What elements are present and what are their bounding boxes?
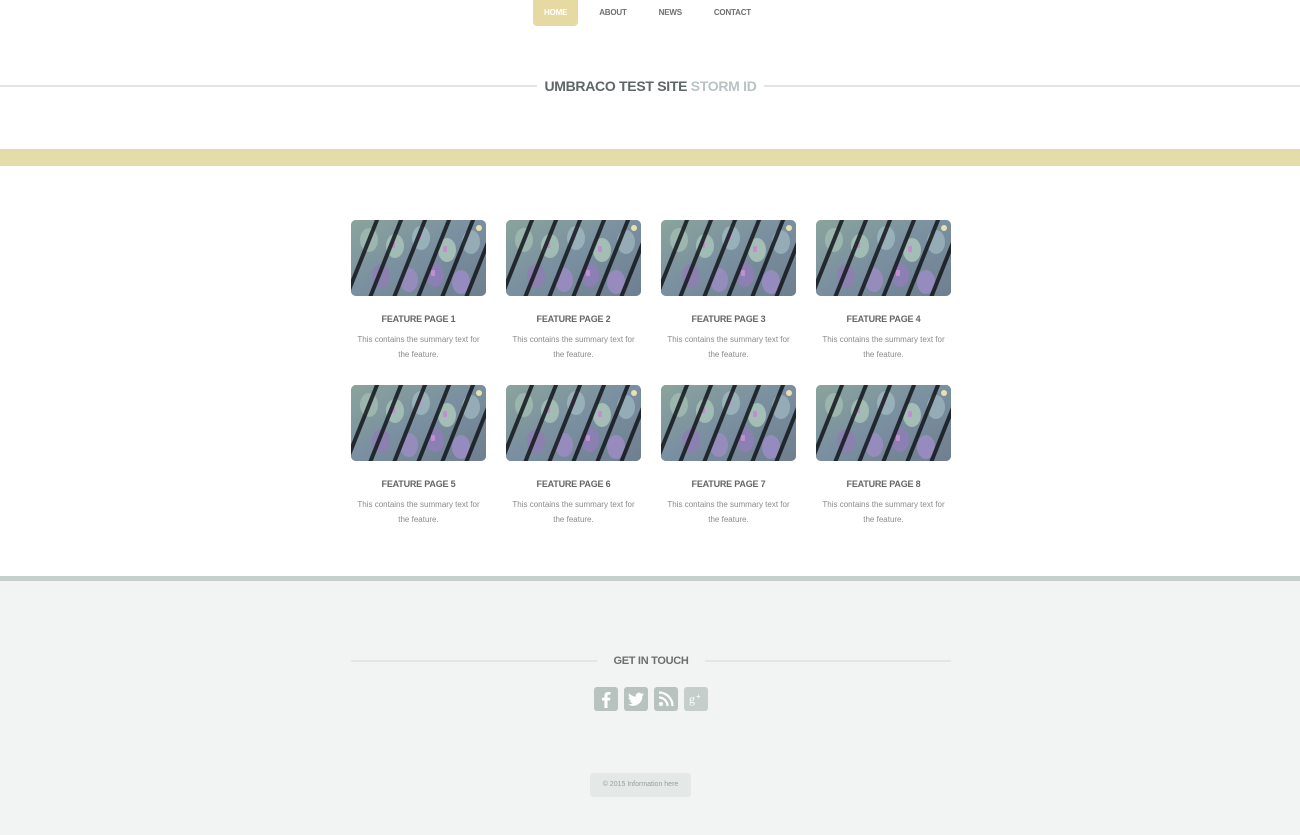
feature-card[interactable]: FEATURE PAGE 5 This contains the summary …: [351, 385, 486, 527]
feature-title[interactable]: FEATURE PAGE 2: [506, 313, 641, 325]
touch-divider-right: [705, 660, 951, 662]
feature-summary: This contains the summary text for the f…: [667, 500, 790, 524]
get-in-touch-heading: GET IN TOUCH: [613, 655, 689, 667]
twitter-icon: [624, 687, 648, 711]
feature-summary: This contains the summary text for the f…: [512, 500, 635, 524]
rss-link[interactable]: [654, 687, 678, 711]
svg-text:+: +: [696, 692, 701, 701]
feature-card[interactable]: FEATURE PAGE 7 This contains the summary …: [661, 385, 796, 527]
google-plus-icon: g +: [684, 687, 708, 711]
google-plus-link[interactable]: g +: [684, 687, 708, 711]
nav-item-contact[interactable]: CONTACT: [703, 0, 762, 26]
feature-title[interactable]: FEATURE PAGE 5: [351, 478, 486, 490]
feature-title[interactable]: FEATURE PAGE 1: [351, 313, 486, 325]
site-title-main: UMBRACO TEST SITE: [544, 78, 688, 94]
feature-title[interactable]: FEATURE PAGE 3: [661, 313, 796, 325]
get-in-touch-row: GET IN TOUCH: [351, 651, 951, 671]
touch-divider-left: [351, 660, 597, 662]
footer: GET IN TOUCH g + © 2015 Information here: [0, 576, 1300, 835]
feature-summary: This contains the summary text for the f…: [357, 335, 480, 359]
nav-item-about[interactable]: ABOUT: [588, 0, 637, 26]
title-divider-right: [764, 85, 1300, 87]
feature-summary: This contains the summary text for the f…: [822, 335, 945, 359]
feature-summary: This contains the summary text for the f…: [512, 335, 635, 359]
feature-image[interactable]: [661, 220, 796, 296]
feature-grid: FEATURE PAGE 1 This contains the summary …: [351, 220, 951, 527]
feature-summary: This contains the summary text for the f…: [357, 500, 480, 524]
feature-title[interactable]: FEATURE PAGE 4: [816, 313, 951, 325]
svg-text:g: g: [689, 692, 695, 706]
feature-card[interactable]: FEATURE PAGE 3 This contains the summary …: [661, 220, 796, 362]
feature-image[interactable]: [506, 385, 641, 461]
copyright-badge: © 2015 Information here: [590, 773, 691, 797]
nav-list: HOME ABOUT NEWS CONTACT: [528, 0, 767, 26]
twitter-link[interactable]: [624, 687, 648, 711]
feature-summary: This contains the summary text for the f…: [822, 500, 945, 524]
title-divider-left: [0, 85, 537, 87]
feature-summary: This contains the summary text for the f…: [667, 335, 790, 359]
feature-card[interactable]: FEATURE PAGE 8 This contains the summary …: [816, 385, 951, 527]
feature-image[interactable]: [816, 220, 951, 296]
top-nav: HOME ABOUT NEWS CONTACT: [0, 0, 1300, 30]
facebook-icon: [594, 687, 618, 711]
feature-image[interactable]: [351, 385, 486, 461]
feature-image[interactable]: [816, 385, 951, 461]
feature-card[interactable]: FEATURE PAGE 4 This contains the summary …: [816, 220, 951, 362]
site-title-row: UMBRACO TEST SITE STORM ID: [0, 73, 1300, 99]
accent-band: [0, 149, 1300, 166]
site-title-accent: STORM ID: [690, 78, 757, 94]
feature-title[interactable]: FEATURE PAGE 7: [661, 478, 796, 490]
feature-image[interactable]: [506, 220, 641, 296]
rss-icon: [654, 687, 678, 711]
page: HOME ABOUT NEWS CONTACT UMBRACO TEST SIT…: [0, 0, 1300, 835]
feature-title[interactable]: FEATURE PAGE 8: [816, 478, 951, 490]
feature-card[interactable]: FEATURE PAGE 6 This contains the summary …: [506, 385, 641, 527]
feature-title[interactable]: FEATURE PAGE 6: [506, 478, 641, 490]
social-links: g +: [594, 687, 708, 711]
feature-image[interactable]: [351, 220, 486, 296]
site-title[interactable]: UMBRACO TEST SITE STORM ID: [537, 78, 764, 94]
nav-item-news[interactable]: NEWS: [648, 0, 693, 26]
facebook-link[interactable]: [594, 687, 618, 711]
feature-card[interactable]: FEATURE PAGE 2 This contains the summary …: [506, 220, 641, 362]
feature-card[interactable]: FEATURE PAGE 1 This contains the summary …: [351, 220, 486, 362]
nav-item-home[interactable]: HOME: [533, 0, 579, 26]
feature-image[interactable]: [661, 385, 796, 461]
